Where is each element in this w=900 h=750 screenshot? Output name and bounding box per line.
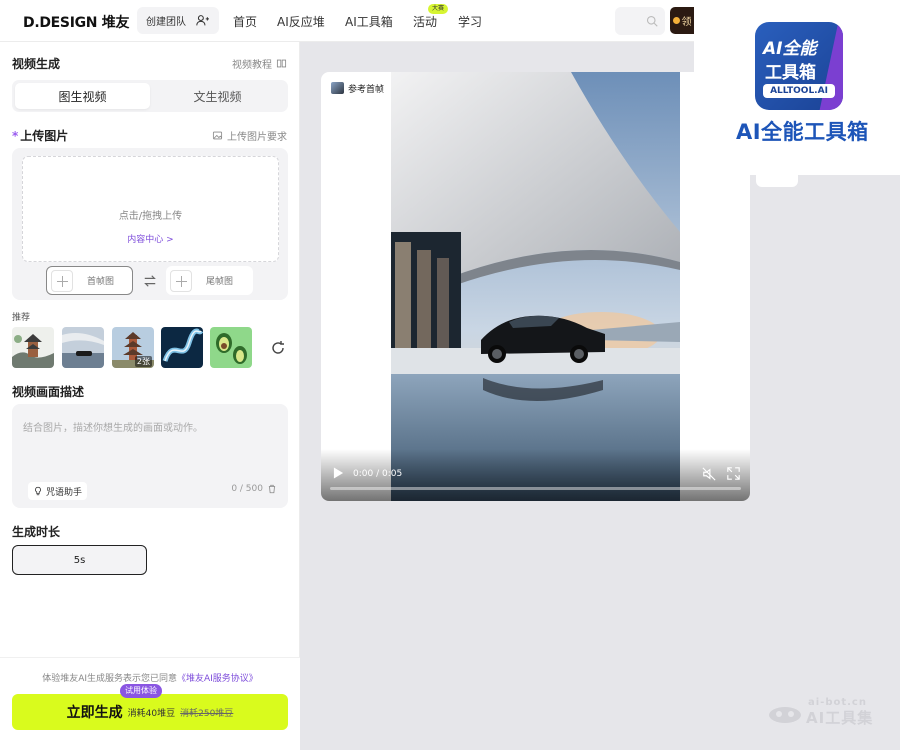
tab-text-to-video[interactable]: 文生视频	[150, 83, 285, 109]
fullscreen-icon[interactable]	[727, 467, 740, 480]
upload-area: 点击/拖拽上传 内容中心 > 首帧图 尾帧图	[12, 148, 288, 300]
prompt-helper-label: 咒语助手	[46, 487, 83, 498]
book-icon	[276, 59, 287, 68]
alltool-logo-panel: AI全能 工具箱 ALLTOOL.AI AI全能工具箱	[694, 0, 900, 175]
search-input[interactable]	[615, 7, 665, 35]
watermark-name: AI工具集	[806, 709, 874, 727]
service-agreement-link[interactable]: 《堆友AI服务协议》	[177, 674, 258, 684]
prompt-helper-button[interactable]: 咒语助手	[28, 482, 88, 500]
video-preview[interactable]: 参考首帧 0:00 / 0:05	[321, 72, 750, 501]
nav-home[interactable]: 首页	[233, 13, 257, 30]
video-controls: 0:00 / 0:05	[321, 449, 750, 501]
plus-icon	[51, 269, 73, 292]
coin-icon	[672, 17, 680, 24]
top-bar: D.DESIGN 堆友 创建团队 首页 AI反应堆 AI工具箱 活动 大赛 学习…	[0, 0, 694, 42]
video-tutorial-link[interactable]: 视频教程	[232, 56, 287, 71]
alltool-logo-mark: AI全能 工具箱 ALLTOOL.AI	[755, 22, 843, 110]
description-input[interactable]: 结合图片，描述你想生成的画面或动作。 咒语助手 0 / 500	[12, 404, 288, 508]
watermark: ai-bot.cn AI工具集	[768, 697, 888, 727]
generate-label: 立即生成	[66, 705, 123, 721]
image-icon	[212, 131, 223, 140]
site-logo[interactable]: D.DESIGN 堆友	[23, 12, 130, 32]
trash-icon[interactable]	[267, 484, 277, 494]
content-center-link[interactable]: 内容中心 >	[23, 232, 278, 245]
generate-cost: 消耗40堆豆	[127, 708, 176, 719]
required-mark: *	[12, 129, 19, 143]
nav-ai-toolbox[interactable]: AI工具箱	[345, 13, 393, 30]
recommend-thumb-pagoda-tower[interactable]: 2张	[112, 327, 154, 368]
refresh-icon[interactable]	[270, 340, 286, 356]
upload-title-label: 上传图片	[20, 129, 69, 143]
plus-icon	[170, 269, 192, 292]
create-team-button[interactable]: 创建团队	[137, 7, 219, 34]
reference-frame-tag: 参考首帧	[327, 78, 389, 98]
generate-button[interactable]: 立即生成 消耗40堆豆 消耗250堆豆	[12, 694, 288, 730]
panel-footer: 体验堆友AI生成服务表示您已同意《堆友AI服务协议》 立即生成 消耗40堆豆 消…	[0, 657, 300, 750]
generate-original-cost: 消耗250堆豆	[180, 708, 234, 719]
char-count: 0 / 500	[231, 484, 263, 494]
nav-activity[interactable]: 活动	[413, 13, 437, 30]
overlay-tab	[756, 170, 798, 187]
mode-tabs: 图生视频 文生视频	[12, 80, 288, 112]
mute-icon[interactable]	[702, 467, 716, 481]
search-icon	[646, 15, 658, 27]
coupon-button[interactable]: 领	[670, 7, 694, 34]
upload-requirements-link[interactable]: 上传图片要求	[212, 128, 287, 143]
upload-requirements-label: 上传图片要求	[227, 132, 287, 143]
bulb-icon	[35, 486, 41, 496]
recommend-label: 推荐	[12, 313, 31, 323]
reference-thumb	[331, 82, 344, 94]
description-title: 视频画面描述	[12, 385, 85, 399]
recommend-thumb-car[interactable]	[62, 327, 104, 368]
last-frame-slot[interactable]: 尾帧图	[166, 266, 253, 295]
panel-title: 视频生成	[12, 57, 61, 71]
duration-option-5s[interactable]: 5s	[12, 545, 147, 575]
contest-badge: 大赛	[428, 4, 449, 14]
swap-icon[interactable]	[143, 274, 157, 288]
trial-badge: 试用体验	[120, 684, 162, 698]
alltool-logo-text: AI全能工具箱	[736, 120, 869, 144]
dropzone-text: 点击/拖拽上传	[118, 211, 183, 222]
reference-frame-label: 参考首帧	[348, 84, 385, 95]
tab-image-to-video[interactable]: 图生视频	[15, 83, 150, 109]
create-team-label: 创建团队	[146, 17, 186, 28]
watermark-robot-icon	[769, 707, 801, 723]
recommend-thumb-pagoda-ink[interactable]	[12, 327, 54, 368]
thumb-count-badge: 2张	[134, 356, 152, 367]
video-progress-bar[interactable]	[330, 487, 741, 490]
play-icon[interactable]	[333, 467, 344, 479]
description-placeholder: 结合图片，描述你想生成的画面或动作。	[23, 423, 203, 434]
add-user-icon	[196, 15, 209, 26]
upload-title: * 上传图片	[12, 127, 68, 144]
video-tutorial-label: 视频教程	[232, 60, 272, 71]
video-frame-image	[391, 72, 680, 501]
char-counter: 0 / 500	[231, 484, 277, 494]
agreement-prefix: 体验堆友AI生成服务表示您已同意	[42, 674, 177, 684]
first-frame-slot[interactable]: 首帧图	[46, 266, 133, 295]
coupon-label: 领	[681, 17, 692, 28]
nav-ai-reactor[interactable]: AI反应堆	[277, 13, 325, 30]
first-frame-label: 首帧图	[87, 277, 115, 287]
duration-title: 生成时长	[12, 525, 61, 539]
last-frame-label: 尾帧图	[206, 277, 234, 287]
agreement-text: 体验堆友AI生成服务表示您已同意《堆友AI服务协议》	[0, 671, 300, 684]
video-time: 0:00 / 0:05	[353, 469, 403, 479]
recommend-thumb-dragon[interactable]	[161, 327, 203, 368]
generation-panel: 视频生成 视频教程 图生视频 文生视频 * 上传图片 上传图片要求 点击/拖拽上传…	[0, 42, 300, 750]
nav-learn[interactable]: 学习	[458, 13, 482, 30]
recommend-thumb-avocado[interactable]	[210, 327, 252, 368]
image-dropzone[interactable]: 点击/拖拽上传 内容中心 >	[22, 156, 279, 262]
